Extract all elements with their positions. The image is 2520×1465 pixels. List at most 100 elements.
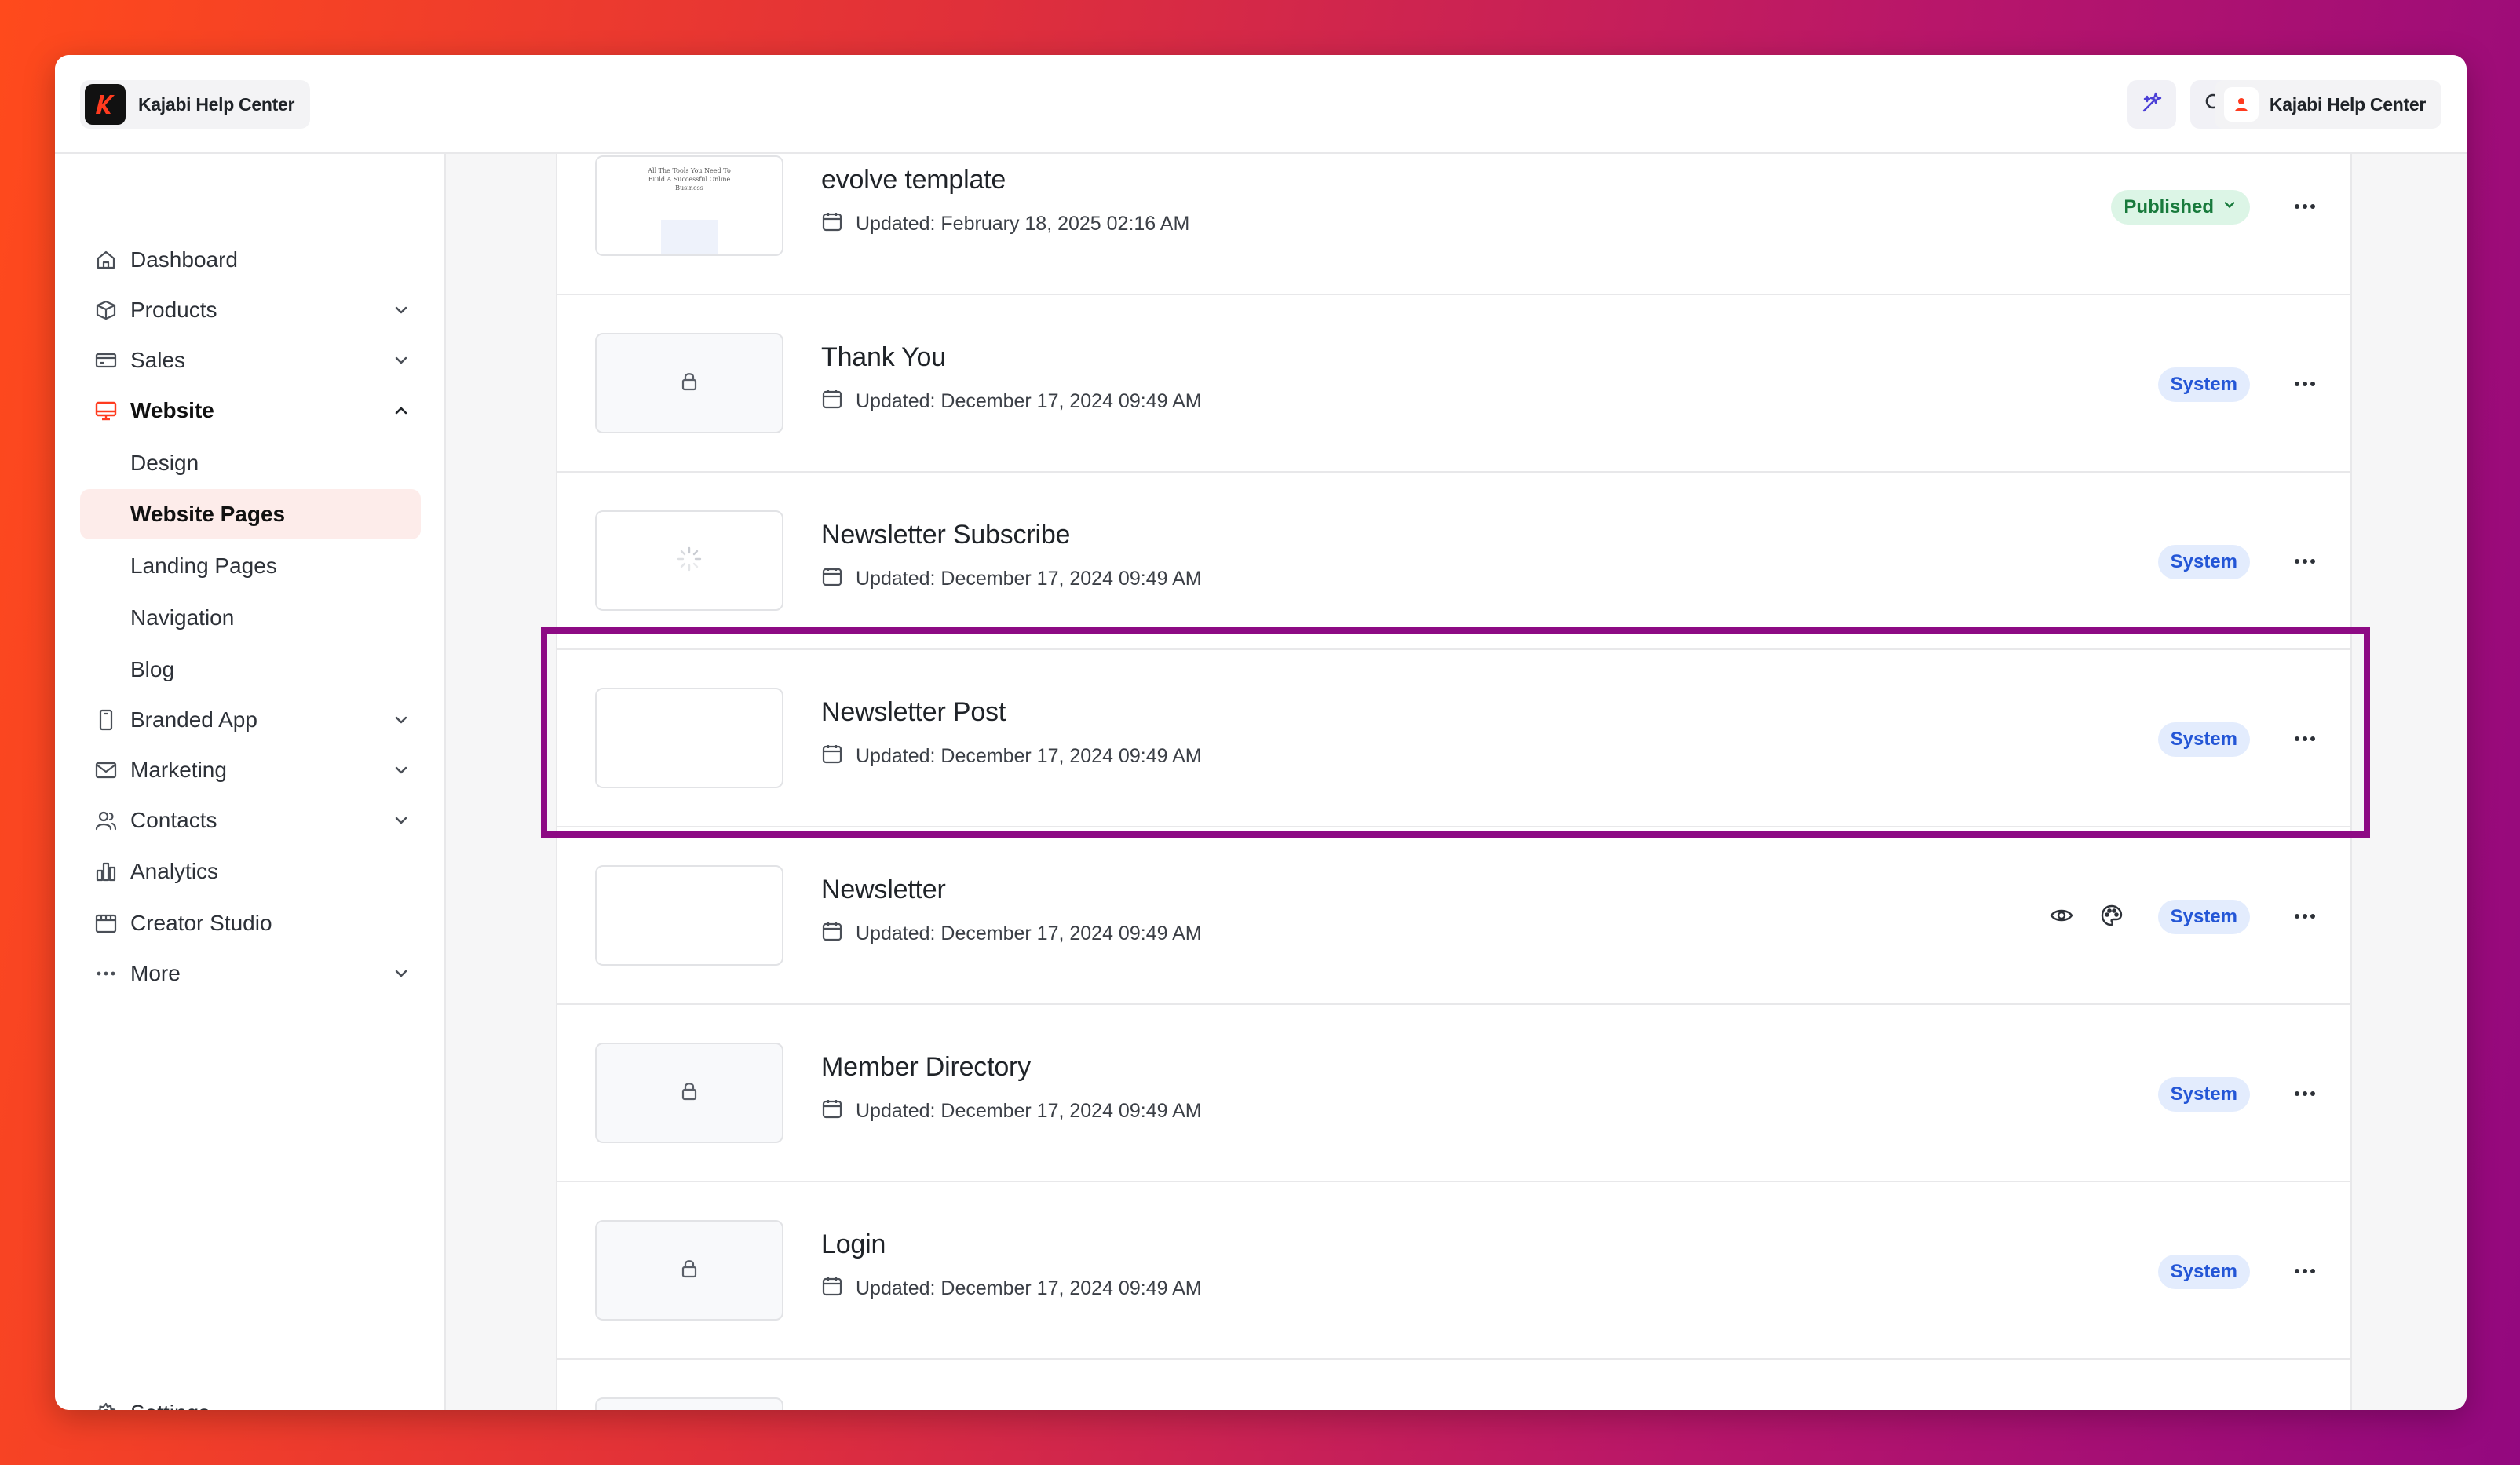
phone-icon [93,707,119,733]
sidebar-item-website[interactable]: Website [80,388,421,433]
calendar-icon [821,388,843,415]
calendar-icon [821,565,843,593]
chevron-down-icon [388,297,415,323]
bar-chart-icon [93,858,119,885]
page-row-thank-you[interactable]: Thank You Updated: December 17, 2024 09:… [557,295,2350,473]
sidebar-item-settings[interactable]: Settings [80,1390,421,1410]
more-horizontal-icon [2293,378,2317,392]
row-more-button[interactable] [2288,722,2322,757]
page-row-member-directory[interactable]: Member Directory Updated: December 17, 2… [557,1005,2350,1182]
eye-icon [2049,903,2074,932]
credit-card-icon [93,347,119,374]
status-badge-system: System [2157,1255,2250,1289]
page-thumbnail[interactable]: All The Tools You Need To Build A Succes… [595,155,783,256]
calendar-grid-icon [93,910,119,937]
preview-button[interactable] [2046,901,2077,933]
kajabi-logo-icon [85,84,126,125]
main-content: All The Tools You Need To Build A Succes… [446,154,2467,1410]
page-title[interactable]: Newsletter [821,875,946,905]
gear-icon [93,1400,119,1410]
home-icon [93,247,119,273]
page-updated: Updated: December 17, 2024 09:49 AM [821,743,1202,770]
page-updated: Updated: December 17, 2024 09:49 AM [821,1275,1202,1302]
sidebar-item-analytics[interactable]: Analytics [80,849,421,894]
chevron-down-icon [388,757,415,784]
calendar-icon [821,1098,843,1125]
page-title[interactable]: Login [821,1229,886,1260]
chevron-down-icon [2222,196,2237,218]
chevron-up-icon [388,397,415,424]
sidebar-item-dashboard[interactable]: Dashboard [80,237,421,283]
ai-assistant-button[interactable] [2127,80,2176,129]
status-badge-system: System [2157,900,2250,934]
brand-switcher[interactable]: Kajabi Help Center [80,80,311,129]
app-window: Kajabi Help Center Kajabi Help Center Da… [55,55,2467,1410]
account-name: Kajabi Help Center [2269,93,2426,115]
page-row-newsletter-post[interactable]: Newsletter Post Updated: December 17, 20… [557,650,2350,827]
sidebar-subitem-design[interactable]: Design [80,438,421,488]
page-thumbnail[interactable] [595,1220,783,1321]
page-row-login[interactable]: Login Updated: December 17, 2024 09:49 A… [557,1182,2350,1360]
page-updated: Updated: December 17, 2024 09:49 AM [821,565,1202,593]
page-row-evolve-template[interactable]: All The Tools You Need To Build A Succes… [557,154,2350,295]
page-row-partial[interactable] [557,1360,2350,1410]
sidebar-item-creator-studio[interactable]: Creator Studio [80,901,421,946]
row-more-button[interactable] [2288,1077,2322,1112]
calendar-icon [821,743,843,770]
more-horizontal-icon [2293,200,2317,214]
row-more-button[interactable] [2288,367,2322,402]
chevron-down-icon [388,960,415,987]
page-thumbnail[interactable] [595,1043,783,1143]
sidebar-item-marketing[interactable]: Marketing [80,747,421,793]
row-more-button[interactable] [2288,545,2322,579]
sidebar-item-branded-app[interactable]: Branded App [80,697,421,743]
page-title[interactable]: Member Directory [821,1052,1031,1083]
image-placeholder-icon [661,220,718,254]
dots-icon [93,960,119,987]
page-thumbnail[interactable] [595,865,783,966]
page-title[interactable]: evolve template [821,165,1006,195]
row-more-button[interactable] [2288,1255,2322,1289]
more-horizontal-icon [2293,555,2317,569]
brand-name: Kajabi Help Center [138,93,295,115]
page-title[interactable]: Newsletter Subscribe [821,520,1070,550]
status-badge-system: System [2157,545,2250,579]
page-thumbnail[interactable] [595,510,783,611]
account-menu[interactable]: Kajabi Help Center [2214,80,2441,129]
sidebar-item-more[interactable]: More [80,951,421,996]
website-pages-list: All The Tools You Need To Build A Succes… [556,154,2352,1410]
page-title[interactable]: Thank You [821,342,946,373]
page-row-newsletter[interactable]: Newsletter Updated: December 17, 2024 09… [557,827,2350,1005]
sidebar-subitem-blog[interactable]: Blog [80,645,421,695]
page-thumbnail[interactable] [595,688,783,788]
sidebar-subitem-navigation[interactable]: Navigation [80,593,421,643]
box-icon [93,297,119,323]
sidebar-item-products[interactable]: Products [80,287,421,333]
status-badge-published[interactable]: Published [2111,190,2250,225]
page-updated: Updated: December 17, 2024 09:49 AM [821,388,1202,415]
sidebar-subitem-landing-pages[interactable]: Landing Pages [80,541,421,591]
more-horizontal-icon [2293,1265,2317,1279]
lock-icon [678,1080,700,1106]
lock-icon [678,1258,700,1284]
sidebar-subitem-website-pages[interactable]: Website Pages [80,489,421,539]
customize-button[interactable] [2096,901,2127,933]
mail-icon [93,757,119,784]
page-thumbnail[interactable] [595,1397,783,1410]
lock-icon [678,371,700,396]
page-row-newsletter-subscribe[interactable]: Newsletter Subscribe Updated: December 1… [557,473,2350,650]
sidebar-item-contacts[interactable]: Contacts [80,798,421,843]
row-more-button[interactable] [2288,190,2322,225]
row-more-button[interactable] [2288,900,2322,934]
sidebar-item-sales[interactable]: Sales [80,338,421,383]
page-thumbnail[interactable] [595,333,783,433]
more-horizontal-icon [2293,732,2317,747]
status-badge-system: System [2157,1077,2250,1112]
loading-spinner-icon [676,546,703,576]
monitor-icon [93,397,119,424]
sidebar: Dashboard Products Sales Website Design … [55,154,446,1410]
thumbnail-preview-text: All The Tools You Need To Build A Succes… [648,167,731,192]
page-title[interactable]: Newsletter Post [821,697,1006,728]
page-updated: Updated: February 18, 2025 02:16 AM [821,210,1189,238]
calendar-icon [821,920,843,948]
